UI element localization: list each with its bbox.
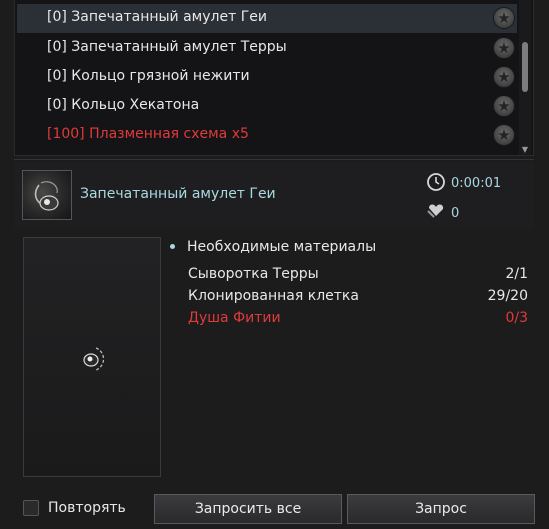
item-icon	[22, 170, 72, 220]
star-icon[interactable]: ★	[493, 7, 515, 29]
request-all-button[interactable]: Запросить все	[154, 494, 342, 524]
item-title: Запечатанный амулет Геи	[80, 186, 276, 202]
favor-count: 0	[451, 206, 460, 221]
material-count: 2/1	[505, 266, 528, 282]
material-name: Клонированная клетка	[188, 288, 359, 304]
favor-icon	[427, 204, 444, 218]
clock-icon	[427, 173, 445, 191]
list-item-label: [0] Запечатанный амулет Терры	[47, 39, 287, 55]
list-item[interactable]: [0] Кольцо Хекатона ★	[17, 92, 517, 121]
list-item[interactable]: [0] Запечатанный амулет Терры ★	[17, 34, 517, 63]
list-item-label: [0] Запечатанный амулет Геи	[47, 9, 267, 25]
divider	[14, 159, 534, 160]
list-item[interactable]: [100] Плазменная схема x5 ★	[17, 121, 517, 150]
footer-bar: Повторять Запросить все Запрос	[14, 490, 535, 526]
material-row: Сыворотка Терры 2/1	[188, 266, 528, 286]
star-icon[interactable]: ★	[493, 124, 515, 146]
list-item-label: [0] Кольцо грязной нежити	[47, 68, 250, 84]
item-preview	[23, 237, 161, 477]
scroll-thumb[interactable]	[522, 42, 528, 92]
material-count: 29/20	[487, 288, 528, 304]
star-icon[interactable]: ★	[493, 37, 515, 59]
list-item[interactable]: [0] Кольцо грязной нежити ★	[17, 63, 517, 92]
timer-value: 0:00:01	[451, 176, 502, 191]
star-icon[interactable]: ★	[493, 66, 515, 88]
scroll-down-arrow-icon[interactable]: ▼	[521, 146, 529, 154]
materials-heading: Необходимые материалы	[172, 239, 376, 255]
repeat-checkbox[interactable]	[23, 500, 39, 516]
item-header: Запечатанный амулет Геи 0:00:01 0	[14, 162, 534, 228]
list-item-label: [100] Плазменная схема x5	[47, 126, 249, 142]
material-name: Сыворотка Терры	[188, 266, 319, 282]
preview-model-icon	[83, 347, 105, 371]
materials-heading-text: Необходимые материалы	[187, 239, 377, 255]
list-item-label: [0] Кольцо Хекатона	[47, 97, 200, 113]
request-button[interactable]: Запрос	[347, 494, 535, 524]
material-count: 0/3	[505, 310, 528, 326]
list-scrollbar[interactable]: ▼	[519, 0, 531, 155]
recipe-list: [0] Запечатанный амулет Геи ★ [0] Запеча…	[14, 0, 534, 156]
repeat-label: Повторять	[48, 500, 126, 516]
material-row: Душа Фитии 0/3	[188, 310, 528, 330]
material-name: Душа Фитии	[188, 310, 281, 326]
material-row: Клонированная клетка 29/20	[188, 288, 528, 308]
list-item[interactable]: [0] Запечатанный амулет Геи ★	[17, 4, 517, 33]
star-icon[interactable]: ★	[493, 95, 515, 117]
